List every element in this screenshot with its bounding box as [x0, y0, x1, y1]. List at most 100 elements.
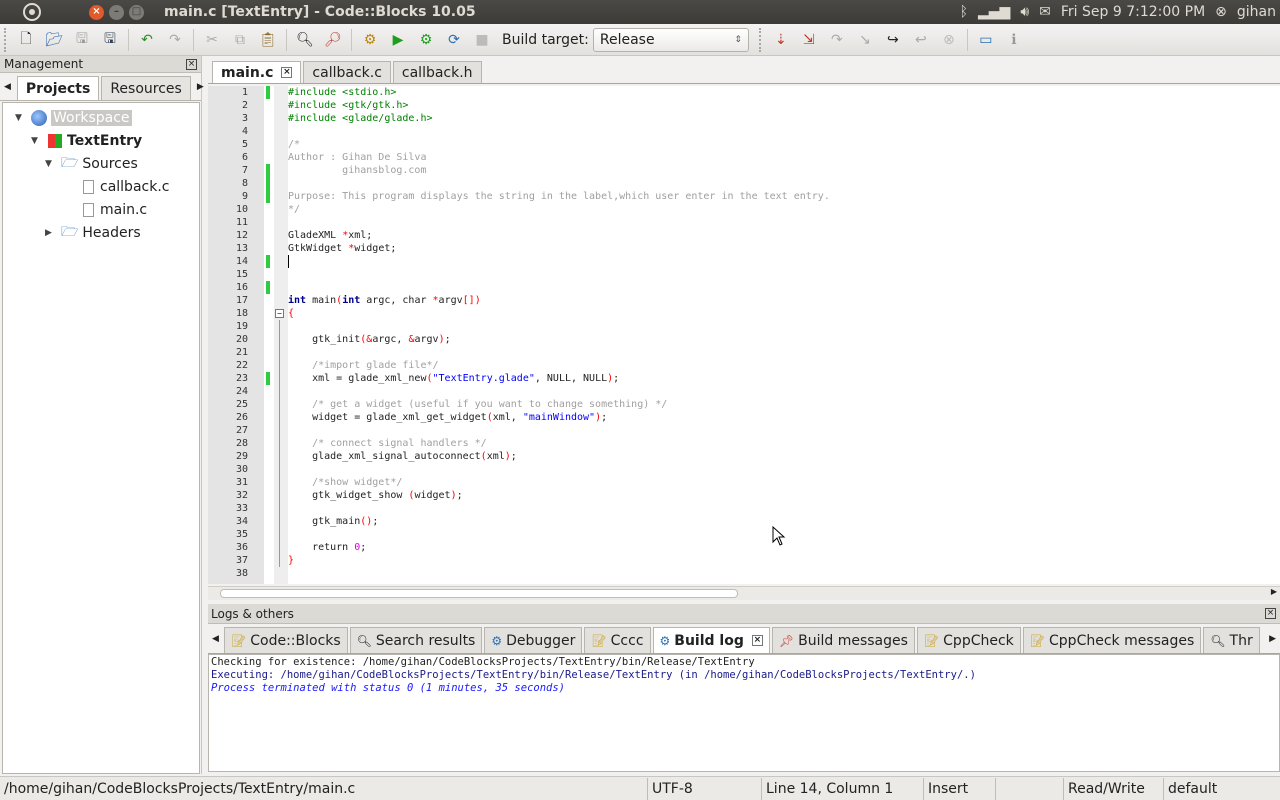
build-log-output[interactable]: Checking for existence: /home/gihan/Code… [208, 654, 1280, 772]
tab-scroll-right-icon[interactable]: ▶ [197, 82, 204, 92]
rebuild-icon[interactable]: ⟳ [440, 27, 468, 53]
code-line[interactable]: 7 gihansblog.com [208, 164, 1280, 177]
next-line-icon[interactable]: ↷ [823, 27, 851, 53]
code-line[interactable]: 5 /* [208, 138, 1280, 151]
expand-arrow-icon[interactable]: ▶ [45, 228, 57, 238]
code-line[interactable]: 2 #include <gtk/gtk.h> [208, 99, 1280, 112]
debug-windows-icon[interactable]: ▭ [972, 27, 1000, 53]
user-name[interactable]: gihan [1237, 4, 1276, 20]
tab-callback-h[interactable]: callback.h [392, 61, 482, 83]
save-all-icon[interactable]: 🖫︎ [96, 27, 124, 53]
step-into-icon[interactable]: ↪ [879, 27, 907, 53]
network-icon[interactable]: ▂▄▆ [978, 4, 1010, 20]
clock[interactable]: Fri Sep 9 7:12:00 PM [1061, 4, 1205, 20]
run-icon[interactable]: ▶ [384, 27, 412, 53]
tab-cppcheck-messages[interactable]: 📝︎ CppCheck messages [1022, 627, 1202, 653]
code-line[interactable]: 30 [208, 463, 1280, 476]
code-line[interactable]: 13 GtkWidget *widget; [208, 242, 1280, 255]
session-icon[interactable]: ⊗ [1215, 4, 1227, 20]
tab-thread-search[interactable]: 🔍︎ Thr [1203, 627, 1260, 653]
code-line[interactable]: 16 [208, 281, 1280, 294]
cut-icon[interactable]: ✂ [198, 27, 226, 53]
code-editor[interactable]: 1 #include <stdio.h> 2 #include <gtk/gtk.h>… [208, 86, 1280, 584]
code-line[interactable]: 26 widget = glade_xml_get_widget(xml, "m… [208, 411, 1280, 424]
tab-build-log[interactable]: ⚙ Build log × [652, 627, 770, 653]
save-icon[interactable]: 🖫︎ [68, 27, 96, 53]
abort-icon[interactable]: ■ [468, 27, 496, 53]
tab-resources[interactable]: Resources [101, 76, 191, 100]
code-line[interactable]: 10 */ [208, 203, 1280, 216]
tab-debugger[interactable]: ⚙ Debugger [484, 627, 583, 653]
code-line[interactable]: 32 gtk_widget_show (widget); [208, 489, 1280, 502]
redo-icon[interactable]: ↷ [161, 27, 189, 53]
minimize-icon[interactable]: – [109, 4, 124, 20]
tab-cppcheck[interactable]: 📝︎ CppCheck [916, 627, 1021, 653]
paste-icon[interactable]: 📋︎ [254, 27, 282, 53]
code-line[interactable]: 35 [208, 528, 1280, 541]
code-line[interactable]: 34 gtk_main(); [208, 515, 1280, 528]
step-out-icon[interactable]: ↩ [907, 27, 935, 53]
fold-toggle-icon[interactable]: − [275, 309, 284, 318]
debug-info-icon[interactable]: ℹ [1000, 27, 1028, 53]
code-line[interactable]: 36 return 0; [208, 541, 1280, 554]
code-line[interactable]: 33 [208, 502, 1280, 515]
code-line[interactable]: 17 int main(int argc, char *argv[]) [208, 294, 1280, 307]
code-line[interactable]: 24 [208, 385, 1280, 398]
code-line[interactable]: 6 Author : Gihan De Silva [208, 151, 1280, 164]
mail-icon[interactable]: ✉ [1039, 4, 1051, 20]
tree-item-project[interactable]: ▼ TextEntry [31, 130, 142, 152]
tab-main-c[interactable]: main.c × [212, 61, 302, 83]
tab-scroll-right-icon[interactable]: ▶ [1269, 634, 1276, 644]
build-icon[interactable]: ⚙ [356, 27, 384, 53]
tab-projects[interactable]: Projects [16, 76, 100, 100]
tree-item-file[interactable]: main.c [83, 199, 147, 221]
stop-debugger-icon[interactable]: ⊗ [935, 27, 963, 53]
maximize-icon[interactable]: □ [129, 4, 144, 20]
undo-icon[interactable]: ↶ [133, 27, 161, 53]
code-line[interactable]: 1 #include <stdio.h> [208, 86, 1280, 99]
tree-item-file[interactable]: callback.c [83, 176, 169, 198]
tab-codeblocks-log[interactable]: 📝︎ Code::Blocks [224, 627, 348, 653]
code-line[interactable]: 15 [208, 268, 1280, 281]
code-line[interactable]: 4 [208, 125, 1280, 138]
code-line[interactable]: 38 [208, 567, 1280, 580]
tree-item-sources[interactable]: ▼ 🗁︎ Sources [45, 153, 138, 175]
copy-icon[interactable]: ⧉ [226, 27, 254, 53]
code-line[interactable]: 27 [208, 424, 1280, 437]
code-line[interactable]: 23 xml = glade_xml_new("TextEntry.glade"… [208, 372, 1280, 385]
tree-item-headers[interactable]: ▶ 🗁︎ Headers [45, 222, 141, 244]
code-line[interactable]: 3 #include <glade/glade.h> [208, 112, 1280, 125]
tab-scroll-left-icon[interactable]: ◀ [4, 82, 11, 92]
collapse-arrow-icon[interactable]: ▼ [45, 159, 57, 169]
collapse-arrow-icon[interactable]: ▼ [15, 113, 27, 123]
close-tab-icon[interactable]: × [751, 635, 763, 646]
collapse-arrow-icon[interactable]: ▼ [31, 136, 43, 146]
open-file-icon[interactable]: 📂︎ [40, 27, 68, 53]
tab-cccc[interactable]: 📝︎ Cccc [584, 627, 651, 653]
new-file-icon[interactable]: 🗋︎ [12, 27, 40, 53]
ubuntu-logo-icon[interactable] [20, 0, 44, 24]
code-line[interactable]: 9 Purpose: This program displays the stri… [208, 190, 1280, 203]
scrollbar-thumb[interactable] [220, 589, 738, 598]
code-line[interactable]: 11 [208, 216, 1280, 229]
close-window-icon[interactable]: × [89, 4, 104, 20]
tab-search-results[interactable]: 🔍︎ Search results [349, 627, 483, 653]
code-line[interactable]: 20 gtk_init(&argc, &argv); [208, 333, 1280, 346]
code-line[interactable]: 28 /* connect signal handlers */ [208, 437, 1280, 450]
code-line[interactable]: 22 /*import glade file*/ [208, 359, 1280, 372]
code-line[interactable]: 31 /*show widget*/ [208, 476, 1280, 489]
bluetooth-icon[interactable]: ᛒ [960, 4, 968, 20]
build-target-select[interactable]: Release ⇕ [592, 27, 749, 52]
replace-icon[interactable]: 🔎︎ [319, 27, 347, 53]
next-instruction-icon[interactable]: ↘ [851, 27, 879, 53]
code-line[interactable]: 21 [208, 346, 1280, 359]
code-line[interactable]: 12 GladeXML *xml; [208, 229, 1280, 242]
code-line[interactable]: 14 [208, 255, 1280, 268]
close-tab-icon[interactable]: × [281, 67, 293, 78]
build-and-run-icon[interactable]: ⚙ [412, 27, 440, 53]
debug-start-icon[interactable]: ⇣ [767, 27, 795, 53]
scroll-right-icon[interactable]: ▶ [1271, 587, 1277, 596]
close-panel-icon[interactable]: × [1265, 608, 1276, 619]
tab-callback-c[interactable]: callback.c [303, 61, 391, 83]
code-line[interactable]: 8 [208, 177, 1280, 190]
